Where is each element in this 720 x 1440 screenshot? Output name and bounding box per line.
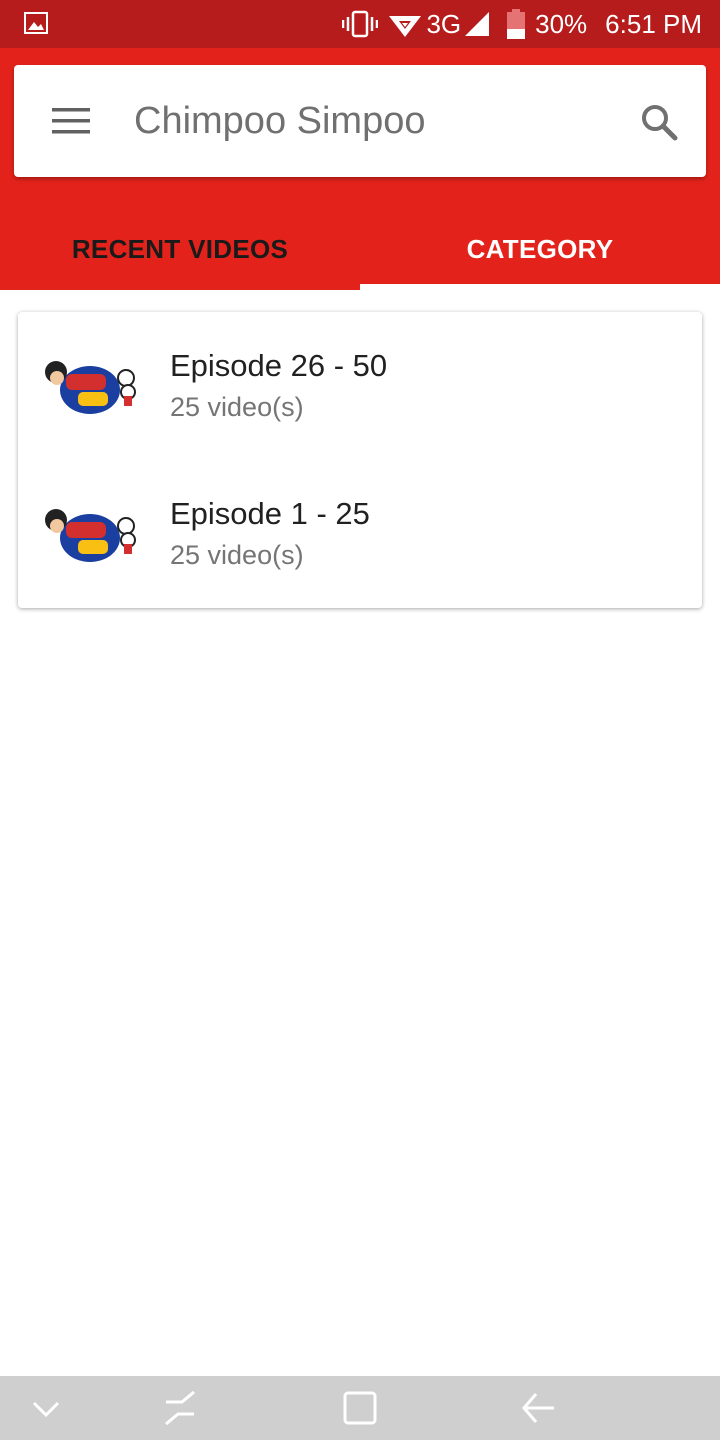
battery-percent: 30%: [535, 8, 588, 39]
search-icon[interactable]: [640, 103, 678, 141]
clock: 6:51 PM: [605, 8, 702, 39]
search-bar[interactable]: Chimpoo Simpoo: [14, 65, 706, 177]
vibrate-icon: [342, 10, 379, 38]
tab-recent-videos[interactable]: RECENT VIDEOS: [0, 208, 360, 290]
wifi-icon: [388, 10, 422, 38]
recent-apps-icon[interactable]: [162, 1390, 198, 1426]
collapse-icon[interactable]: [28, 1390, 64, 1426]
system-nav-bar: [0, 1376, 720, 1440]
category-title: Episode 1 - 25: [170, 496, 370, 531]
signal-icon: [463, 10, 491, 38]
category-title: Episode 26 - 50: [170, 348, 388, 383]
tab-category[interactable]: CATEGORY: [360, 208, 720, 290]
chimpoo-simpoo-logo: [42, 348, 142, 424]
status-indicators: 3G 30% 6:51 PM: [342, 0, 702, 48]
video-count: 25 video(s): [170, 392, 304, 422]
menu-icon[interactable]: [52, 106, 90, 136]
back-icon[interactable]: [520, 1390, 556, 1426]
status-bar: 3G 30% 6:51 PM: [0, 0, 720, 48]
category-list: Episode 26 - 50 25 video(s) Episode 1 - …: [18, 312, 702, 608]
battery-icon: [507, 9, 526, 39]
app-header: Chimpoo Simpoo RECENT VIDEOS CATEGORY: [0, 48, 720, 290]
network-type: 3G: [426, 8, 462, 39]
list-item[interactable]: Episode 26 - 50 25 video(s): [18, 312, 702, 460]
tab-bar: RECENT VIDEOS CATEGORY: [0, 208, 720, 290]
gallery-icon: [24, 12, 48, 34]
app-title: Chimpoo Simpoo: [134, 100, 426, 142]
video-count: 25 video(s): [170, 540, 304, 570]
chimpoo-simpoo-logo: [42, 496, 142, 572]
list-item[interactable]: Episode 1 - 25 25 video(s): [18, 460, 702, 608]
home-icon[interactable]: [342, 1390, 378, 1426]
